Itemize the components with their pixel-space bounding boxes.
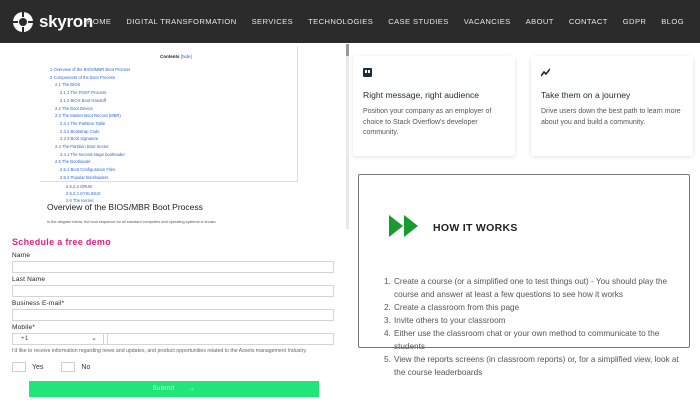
top-navbar: skyron HOME DIGITAL TRANSFORMATION SERVI… (0, 0, 700, 43)
name-input[interactable] (12, 261, 334, 273)
quote-icon (363, 68, 372, 77)
toc-item[interactable]: 2 Components of the Boot Process (50, 74, 130, 82)
how-it-works-title: HOW IT WORKS (433, 222, 518, 234)
no-radio[interactable] (61, 362, 76, 372)
toc-scrollbar[interactable] (346, 44, 349, 229)
email-label: Business E-mail* (12, 300, 65, 307)
chevron-down-icon: ⌄ (91, 335, 97, 342)
step-item: 1. Create a course (or a simplified one t… (384, 275, 682, 301)
step-number: 3. (384, 316, 391, 325)
toc-scrollbar-thumb[interactable] (346, 44, 349, 56)
fast-forward-icon (389, 215, 418, 237)
step-number: 2. (384, 303, 391, 312)
toc-preview: Contents [hide] 1 Overview of the BIOS/M… (40, 46, 298, 182)
toc-item[interactable]: 2.2 The Boot Device (50, 105, 130, 113)
step-text: Either use the classroom chat or your ow… (394, 329, 660, 351)
step-text: Create a course (or a simplified one to … (394, 277, 668, 299)
nav-home[interactable]: HOME (87, 17, 111, 26)
nav-contact[interactable]: CONTACT (569, 17, 608, 26)
submit-label: Submit (152, 386, 175, 392)
step-item: 2. Create a classroom from this page (384, 301, 682, 314)
toc-item[interactable]: 2.5.2.4 SYSLINUX (66, 190, 101, 197)
card-body: Drive users down the best path to learn … (541, 108, 681, 126)
toc-item[interactable]: 2.3.3 Boot Signature (50, 135, 130, 143)
step-text: Create a classroom from this page (394, 303, 520, 312)
toc-list: 1 Overview of the BIOS/MBR Boot Process 2… (50, 66, 130, 181)
form-title: Schedule a free demo (12, 237, 112, 247)
step-number: 4. (384, 329, 391, 338)
toc-hide-link[interactable]: [hide] (181, 54, 192, 59)
toc-item[interactable]: 2.3 The Master Boot Record (MBR) (50, 112, 130, 120)
card-title: Right message, right audience (363, 90, 480, 100)
step-item: 3. Invite others to your classroom (384, 314, 682, 327)
nav-vacancies[interactable]: VACANCIES (464, 17, 511, 26)
toc-item[interactable]: 2.3.2 Bootstrap Code (50, 128, 130, 136)
toc-item[interactable]: 2.5.1 Boot Configuration Files (50, 166, 130, 174)
brand-logo[interactable]: skyron (12, 9, 93, 35)
article-heading: Overview of the BIOS/MBR Boot Process (47, 202, 203, 212)
yes-radio[interactable] (12, 362, 26, 372)
skyron-logo-icon (13, 12, 33, 32)
nav-services[interactable]: SERVICES (252, 17, 293, 26)
how-it-works-steps: 1. Create a course (or a simplified one t… (384, 275, 682, 379)
toc-item[interactable]: 2.5 The Bootloader (50, 158, 130, 166)
mobile-input[interactable] (103, 333, 334, 345)
nav-gdpr[interactable]: GDPR (623, 17, 647, 26)
main-nav: HOME DIGITAL TRANSFORMATION SERVICES TEC… (87, 0, 684, 43)
arrow-right-icon: → (188, 386, 196, 392)
country-code-value: +1 (21, 335, 29, 342)
yes-label: Yes (32, 363, 44, 371)
toc-title: Contents [hide] (160, 54, 192, 59)
consent-options: Yes No (12, 362, 102, 372)
last-name-label: Last Name (12, 276, 46, 283)
name-label: Name (12, 252, 31, 259)
country-code-select[interactable]: +1 ⌄ (12, 333, 108, 345)
nav-digital-transformation[interactable]: DIGITAL TRANSFORMATION (126, 17, 236, 26)
feature-card-audience: Right message, right audience Position y… (353, 56, 515, 156)
card-body: Position your company as an employer of … (363, 108, 492, 136)
email-input[interactable] (12, 309, 334, 321)
step-number: 5. (384, 355, 391, 364)
nav-case-studies[interactable]: CASE STUDIES (388, 17, 449, 26)
toc-item[interactable]: 2.4 The Partition Boot Sector (50, 143, 130, 151)
feature-card-journey: Take them on a journey Drive users down … (531, 56, 693, 156)
consent-text: I'd like to receive information regardin… (12, 348, 308, 354)
step-item: 5. View the reports screens (in classroom… (384, 353, 682, 379)
nav-technologies[interactable]: TECHNOLOGIES (308, 17, 373, 26)
toc-item[interactable]: 2.1.1 The POST Process (50, 89, 130, 97)
step-item: 4. Either use the classroom chat or your … (384, 327, 682, 353)
step-text: View the reports screens (in classroom r… (394, 355, 679, 377)
toc-item[interactable]: 2.4.1 The second-stage bootloader (50, 151, 130, 159)
trend-icon (541, 68, 550, 77)
toc-item[interactable]: 1 Overview of the BIOS/MBR Boot Process (50, 66, 130, 74)
toc-item[interactable]: 2.5.2.3 GRUB (66, 183, 101, 190)
mobile-label: Mobile* (12, 324, 36, 331)
no-label: No (81, 363, 91, 371)
article-body: In the diagram below, the boot sequence … (47, 220, 217, 224)
nav-about[interactable]: ABOUT (526, 17, 554, 26)
step-number: 1. (384, 277, 391, 286)
step-text: Invite others to your classroom (394, 316, 506, 325)
toc-overflow-list: 2.5.2.3 GRUB 2.5.2.4 SYSLINUX 2.6 The Kern… (66, 183, 101, 204)
brand-name: skyron (39, 12, 93, 31)
last-name-input[interactable] (12, 285, 334, 297)
card-title: Take them on a journey (541, 90, 631, 100)
toc-item[interactable]: 2.5.2 Popular Bootloaders (50, 174, 130, 181)
nav-blog[interactable]: BLOG (661, 17, 684, 26)
submit-button[interactable]: Submit → (29, 381, 319, 397)
toc-item[interactable]: 2.1 The BIOS (50, 81, 130, 89)
toc-item[interactable]: 2.3.1 The Partition Table (50, 120, 130, 128)
toc-item[interactable]: 2.1.2 BIOS Boot Handoff (50, 97, 130, 105)
